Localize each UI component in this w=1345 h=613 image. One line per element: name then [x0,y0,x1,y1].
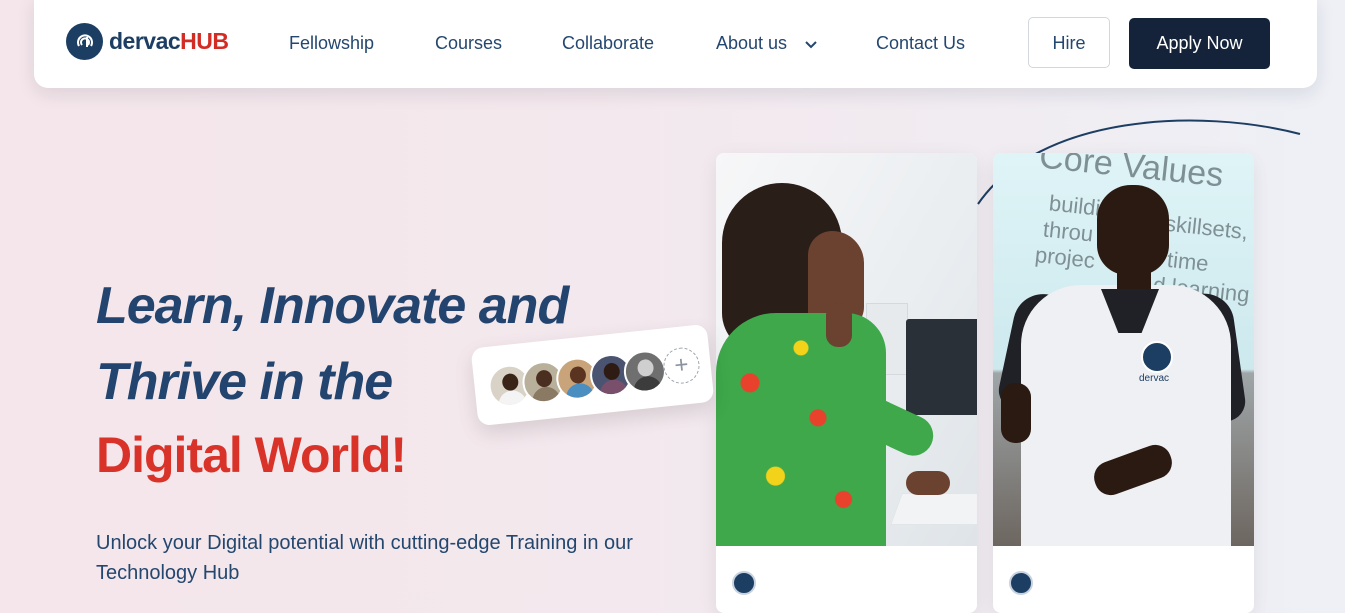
brand-wordmark: dervacHUB [109,28,229,55]
hero-heading-line2: Thrive in the [96,353,393,411]
card-logo-icon [732,571,756,595]
nav-link-about-us-label: About us [716,33,788,53]
hero-subtitle: Unlock your Digital potential with cutti… [96,532,633,584]
brand-name-part1: dervac [109,28,181,54]
avatar [621,348,669,395]
nav-link-about-us[interactable]: About us [716,33,818,54]
photo-man-presenting: Core Values buildi skillsets, throu time… [993,153,1254,546]
nav-link-fellowship[interactable]: Fellowship [289,33,374,54]
brand-logo[interactable]: dervacHUB [66,23,229,60]
hero-card-1 [716,153,977,613]
card-logo-icon [1009,571,1033,595]
hero-card-2: Core Values buildi skillsets, throu time… [993,153,1254,613]
apply-now-button[interactable]: Apply Now [1129,18,1270,69]
hero-heading-line1: Learn, Innovate and [96,277,569,335]
brand-name-part2: HUB [180,28,229,54]
nav-link-collaborate[interactable]: Collaborate [562,33,654,54]
chevron-down-icon [805,41,817,49]
screen-line: time [1165,246,1210,277]
community-avatars-pill: + [470,323,715,427]
photo-woman-at-computer [716,153,977,546]
hero-heading-line3: Digital World! [96,427,407,483]
plus-icon[interactable]: + [661,345,702,386]
nav-link-contact-us[interactable]: Contact Us [876,33,965,54]
nav-link-courses[interactable]: Courses [435,33,502,54]
logo-mark-icon [66,23,103,60]
shirt-logo-text: dervac [1139,373,1170,384]
top-navbar: dervacHUB Fellowship Courses Collaborate… [34,0,1317,88]
hire-button[interactable]: Hire [1028,17,1110,68]
